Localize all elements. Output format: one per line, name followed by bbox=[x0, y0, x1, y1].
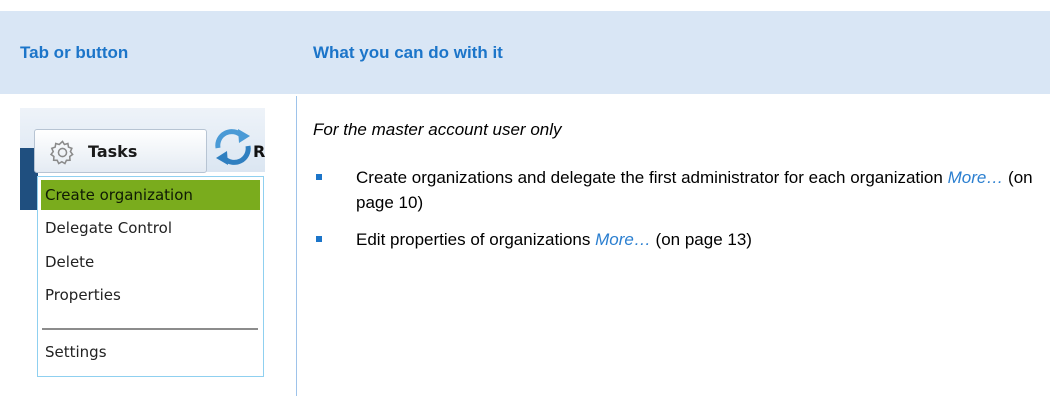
menu-item-delete[interactable]: Delete bbox=[41, 247, 260, 277]
list-item: Edit properties of organizations More… (… bbox=[313, 227, 1050, 252]
bullet-list: Create organizations and delegate the fi… bbox=[313, 165, 1050, 264]
column-divider bbox=[296, 96, 297, 396]
tasks-button[interactable]: Tasks bbox=[34, 129, 207, 173]
gear-icon bbox=[49, 140, 74, 165]
page-reference: (on page 13) bbox=[650, 230, 752, 249]
bullet-text: Edit properties of organizations bbox=[356, 230, 596, 249]
header-tab-or-button: Tab or button bbox=[20, 43, 129, 62]
bullet-text: Create organizations and delegate the fi… bbox=[356, 168, 948, 187]
bullet-marker bbox=[316, 174, 322, 180]
refresh-icon[interactable] bbox=[210, 126, 256, 168]
menu-item-properties[interactable]: Properties bbox=[41, 280, 260, 310]
more-link[interactable]: More… bbox=[948, 168, 1004, 187]
table-header: Tab or button What you can do with it bbox=[0, 11, 1050, 94]
header-what-you-can-do: What you can do with it bbox=[313, 43, 503, 62]
menu-item-create-organization[interactable]: Create organization bbox=[41, 180, 260, 210]
tasks-label: Tasks bbox=[88, 142, 138, 161]
top-spacer bbox=[0, 0, 1050, 11]
tasks-menu-screenshot: Tasks R Create organization Delegate Con… bbox=[20, 108, 265, 378]
menu-separator bbox=[42, 328, 258, 330]
menu-item-settings[interactable]: Settings bbox=[41, 337, 260, 367]
audience-note: For the master account user only bbox=[313, 120, 562, 139]
bullet-marker bbox=[316, 236, 322, 242]
clipped-toolbar-label: R bbox=[253, 142, 265, 161]
tasks-dropdown-menu: Create organization Delegate Control Del… bbox=[37, 176, 264, 377]
more-link[interactable]: More… bbox=[595, 230, 651, 249]
menu-item-delegate-control[interactable]: Delegate Control bbox=[41, 213, 260, 243]
list-item: Create organizations and delegate the fi… bbox=[313, 165, 1050, 215]
